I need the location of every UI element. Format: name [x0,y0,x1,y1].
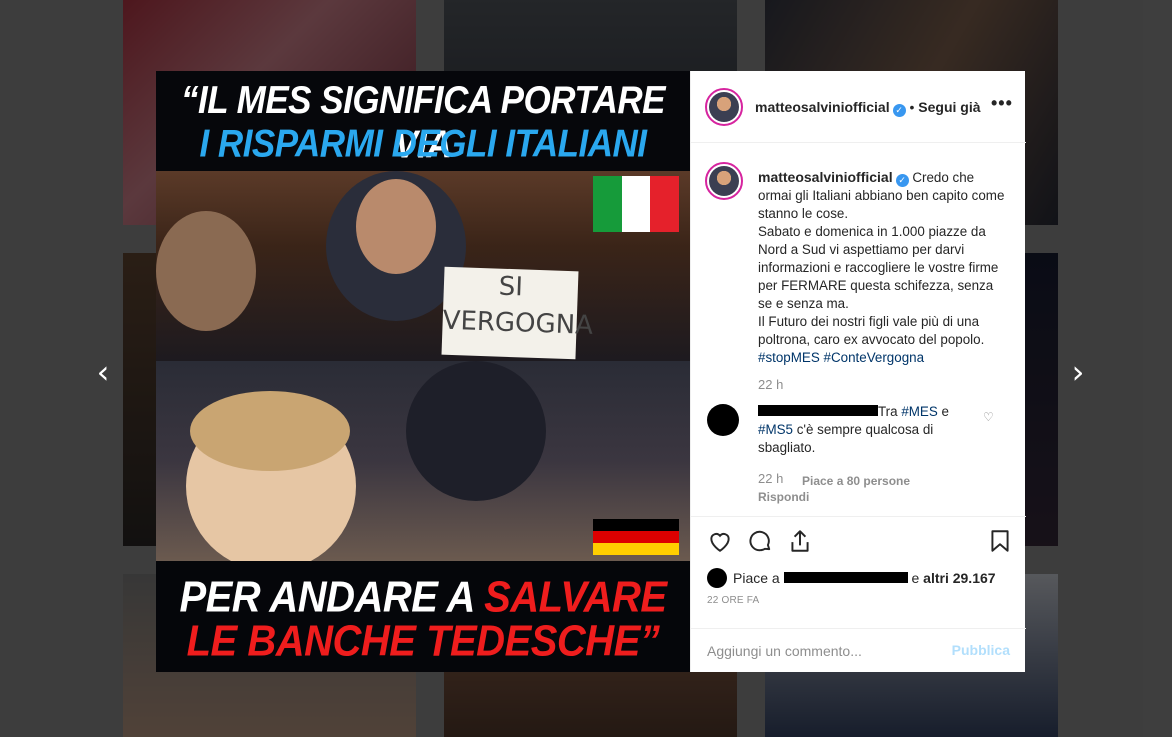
hashtag-link[interactable]: #MES [901,404,937,419]
follow-status-button[interactable]: Segui già [918,99,980,115]
italy-flag-icon [593,176,680,232]
comment-likes-count[interactable]: Piace a 80 persone [802,474,910,488]
redacted-username [758,405,878,416]
post-header: matteosalviniofficial ✓ • Segui già ••• [691,71,1026,143]
header-username[interactable]: matteosalviniofficial [755,99,890,115]
likes-summary[interactable]: Piace a e altri 29.167 [707,568,996,588]
bookmark-icon[interactable] [987,528,1013,554]
chevron-right-icon[interactable]: › [1063,356,1093,388]
likes-count[interactable]: altri 29.167 [923,570,995,586]
poster-headline-line2: I RISPARMI DEGLI ITALIANI [199,121,647,166]
verified-badge-icon: ✓ [892,104,906,117]
hashtag-link[interactable]: #stopMES [758,350,820,365]
person-hair [190,391,350,471]
caption-username[interactable]: matteosalviniofficial [758,169,893,185]
comment-input[interactable] [707,637,937,665]
poster-footer-line2: LE BANCHE TEDESCHE” [186,616,660,666]
redacted-username [783,572,908,583]
post-side-panel: matteosalviniofficial ✓ • Segui già ••• m… [690,71,1026,672]
post-modal: “IL MES SIGNIFICA PORTARE VIA I RISPARMI… [156,71,1026,672]
avatar[interactable] [705,88,743,126]
comment-text: Tra #MES e #MS5 c'è sempre qualcosa di s… [758,404,949,455]
comment-avatar[interactable] [707,404,739,436]
poster-footer-white: PER ANDARE A [179,572,485,622]
comment-icon[interactable] [747,528,773,554]
publish-button[interactable]: Pubblica [952,642,1010,658]
heart-icon[interactable] [707,528,733,554]
caption-text: matteosalviniofficial ✓ Credo che ormai g… [758,169,1005,365]
post-image[interactable]: “IL MES SIGNIFICA PORTARE VIA I RISPARMI… [156,71,690,672]
person-figure [406,361,546,501]
chevron-left-icon[interactable]: ‹ [88,356,118,388]
caption-avatar[interactable] [705,162,743,200]
caption-time[interactable]: 22 h [758,377,783,392]
comment-like-icon[interactable]: ♡ [983,410,994,424]
poster-footer: PER ANDARE A SALVARE LE BANCHE TEDESCHE” [156,561,690,672]
comment-time[interactable]: 22 h [758,471,783,486]
post-actions: Piace a e altri 29.167 22 ORE FA [691,516,1026,635]
posted-time[interactable]: 22 ORE FA [707,595,759,606]
more-options-icon[interactable]: ••• [991,93,1013,114]
hashtag-link[interactable]: #MS5 [758,422,793,437]
reply-button[interactable]: Rispondi [758,490,809,504]
share-icon[interactable] [787,528,813,554]
comments-section[interactable]: matteosalviniofficial ✓ Credo che ormai g… [691,144,1026,516]
liker-avatar [707,568,727,588]
person-face [356,179,436,274]
add-comment-bar: Pubblica [691,628,1026,672]
poster-headline: “IL MES SIGNIFICA PORTARE VIA I RISPARMI… [156,71,690,171]
hashtag-link[interactable]: #ConteVergogna [824,350,925,365]
protest-sign: SI VERGOGNA [441,266,593,360]
verified-badge-icon: ✓ [895,174,909,187]
poster-footer-red: SALVARE [484,572,667,622]
germany-flag-icon [593,519,679,555]
person-figure [156,211,256,331]
